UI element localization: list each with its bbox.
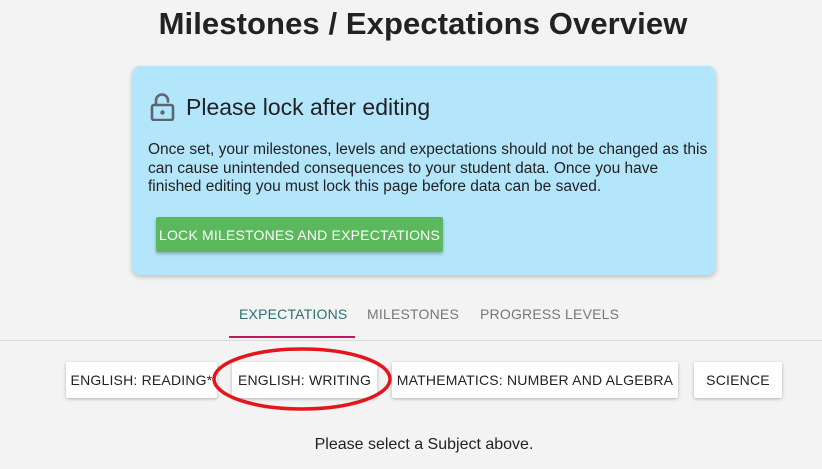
tab-expectations[interactable]: EXPECTATIONS bbox=[239, 306, 347, 322]
subject-science-button[interactable]: SCIENCE bbox=[694, 362, 782, 398]
lock-open-icon bbox=[150, 93, 176, 122]
subject-mathematics-button[interactable]: MATHEMATICS: NUMBER AND ALGEBRA bbox=[392, 362, 678, 398]
alert-title: Please lock after editing bbox=[186, 93, 431, 120]
lock-milestones-button[interactable]: LOCK MILESTONES AND EXPECTATIONS bbox=[156, 217, 443, 252]
lock-reminder-panel: Please lock after editing Once set, your… bbox=[132, 66, 716, 275]
subject-english-writing-button[interactable]: ENGLISH: WRITING bbox=[232, 362, 377, 398]
subject-english-reading-button[interactable]: ENGLISH: READING* bbox=[66, 362, 217, 398]
alert-message: Once set, your milestones, levels and ex… bbox=[148, 141, 708, 195]
tab-bar: EXPECTATIONS MILESTONES PROGRESS LEVELS bbox=[0, 294, 822, 341]
alert-header: Please lock after editing bbox=[150, 93, 431, 122]
select-subject-message: Please select a Subject above. bbox=[314, 436, 534, 453]
tab-progress-levels[interactable]: PROGRESS LEVELS bbox=[480, 306, 619, 322]
page-title: Milestones / Expectations Overview bbox=[158, 6, 688, 41]
active-tab-indicator bbox=[229, 336, 355, 338]
tab-milestones[interactable]: MILESTONES bbox=[367, 306, 459, 322]
